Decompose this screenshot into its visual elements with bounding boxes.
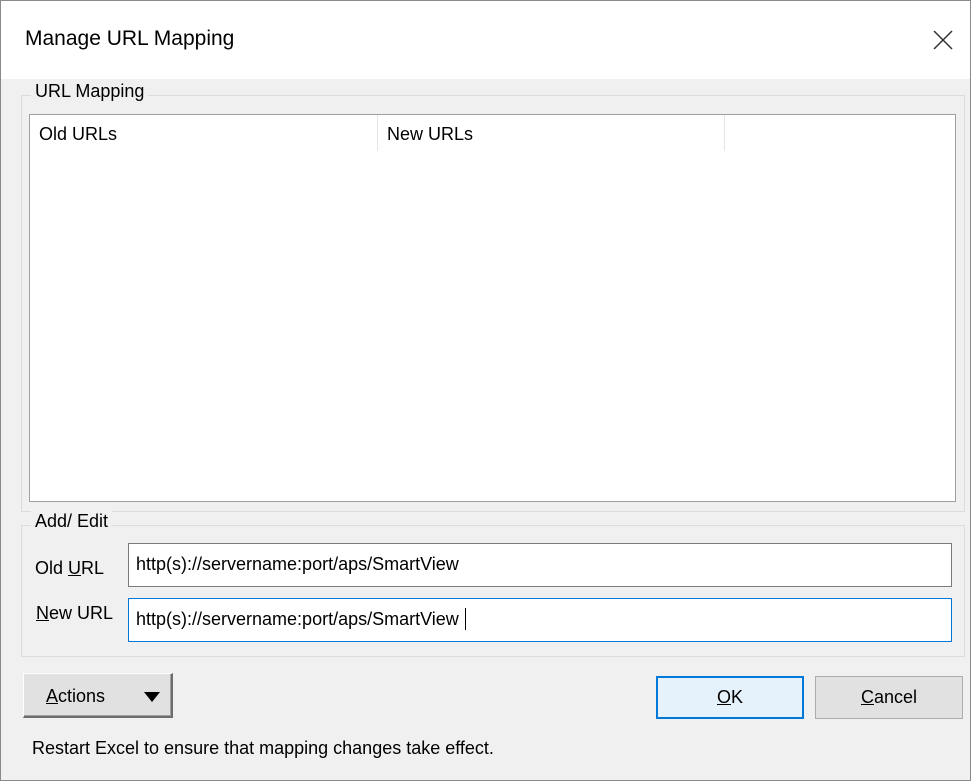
column-header-new-urls[interactable]: New URLs [378, 115, 724, 151]
ok-button[interactable]: OK [656, 676, 804, 719]
column-header-old-urls[interactable]: Old URLs [30, 115, 377, 151]
old-url-input[interactable]: http(s)://servername:port/aps/SmartView [128, 543, 952, 587]
add-edit-group-label: Add/ Edit [31, 511, 113, 532]
cancel-button[interactable]: Cancel [815, 676, 963, 719]
column-header-blank[interactable] [725, 115, 955, 151]
actions-dropdown-button[interactable]: Actions [23, 673, 173, 718]
dialog-title: Manage URL Mapping [25, 27, 235, 50]
url-mapping-group-label: URL Mapping [31, 81, 149, 102]
caret-down-icon [144, 692, 160, 702]
close-button[interactable] [919, 17, 967, 63]
manage-url-mapping-dialog: Manage URL Mapping URL Mapping Old URLs … [0, 0, 971, 781]
title-bar: Manage URL Mapping [1, 1, 970, 79]
status-message: Restart Excel to ensure that mapping cha… [32, 738, 494, 758]
new-url-label: New URL [36, 603, 114, 623]
list-header: Old URLs New URLs [30, 115, 955, 151]
url-mapping-list[interactable]: Old URLs New URLs [29, 114, 956, 502]
close-icon [933, 30, 953, 50]
new-url-input[interactable]: http(s)://servername:port/aps/SmartView [128, 598, 952, 642]
actions-label: Actions [46, 686, 106, 706]
text-caret [464, 607, 466, 630]
old-url-label: Old URL [35, 558, 105, 578]
